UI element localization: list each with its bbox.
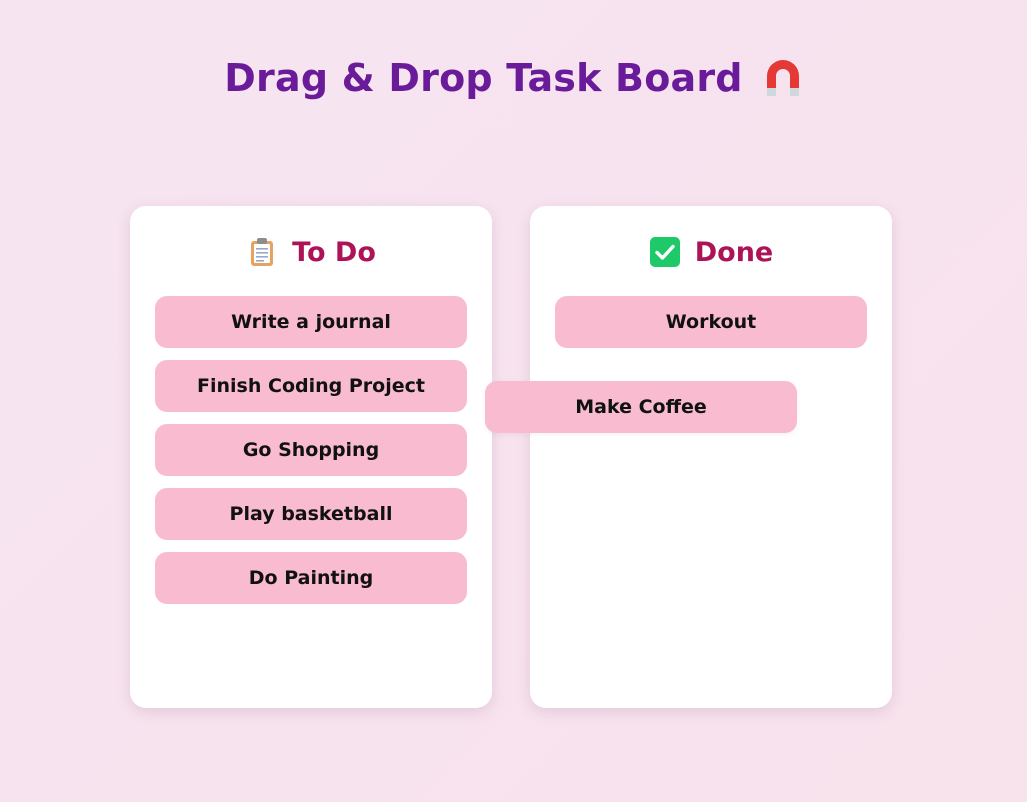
- column-todo[interactable]: To Do Write a journal Finish Coding Proj…: [130, 206, 492, 708]
- clipboard-icon: [246, 236, 278, 268]
- page-title: Drag & Drop Task Board: [0, 56, 1027, 100]
- check-box-icon: [649, 236, 681, 268]
- column-todo-title: To Do: [292, 236, 376, 268]
- task-card[interactable]: Go Shopping: [155, 424, 467, 476]
- task-card[interactable]: Play basketball: [155, 488, 467, 540]
- task-card[interactable]: Finish Coding Project: [155, 360, 467, 412]
- todo-task-list: Write a journal Finish Coding Project Go…: [155, 296, 467, 604]
- task-card[interactable]: Workout: [555, 296, 867, 348]
- task-card[interactable]: Write a journal: [155, 296, 467, 348]
- page-title-text: Drag & Drop Task Board: [224, 56, 743, 100]
- column-todo-header: To Do: [130, 236, 492, 268]
- magnet-icon: [763, 58, 803, 98]
- dragging-task-card[interactable]: Make Coffee: [485, 381, 797, 433]
- column-done[interactable]: Done Workout: [530, 206, 892, 708]
- task-card[interactable]: Do Painting: [155, 552, 467, 604]
- column-done-title: Done: [694, 236, 774, 268]
- column-done-header: Done: [530, 236, 892, 268]
- done-task-list: Workout: [555, 296, 867, 348]
